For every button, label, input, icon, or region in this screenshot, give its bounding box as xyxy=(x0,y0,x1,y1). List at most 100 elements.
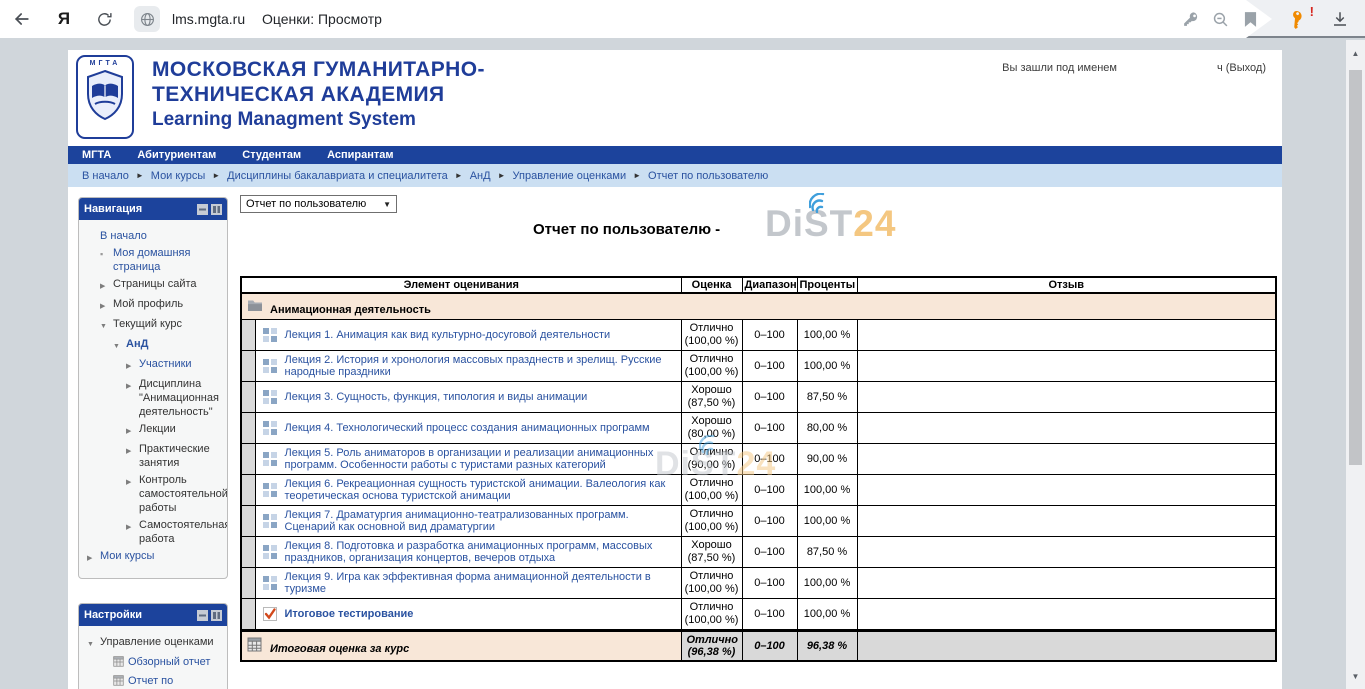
sidebar-item: ▶Самостоятельная работа xyxy=(83,518,224,546)
refresh-icon[interactable] xyxy=(90,0,118,38)
lesson-icon xyxy=(262,575,278,591)
login-info: Вы зашли под именем ч (Выход) xyxy=(1002,62,1266,74)
grade-cell: Хорошо(87,50 %) xyxy=(681,537,742,568)
dock-block-icon[interactable] xyxy=(211,204,222,215)
collapse-block-icon[interactable] xyxy=(197,204,208,215)
sidebar-item: ▶Дисциплина "Анимационная деятельность" xyxy=(83,377,224,419)
chevron-right-icon[interactable]: ▶ xyxy=(126,518,139,535)
dock-block-icon[interactable] xyxy=(211,610,222,621)
chevron-down-icon[interactable]: ▼ xyxy=(113,337,126,354)
chevron-right-icon[interactable]: ▶ xyxy=(126,377,139,394)
chevron-right-icon[interactable]: ▶ xyxy=(126,422,139,439)
range-cell: 0–100 xyxy=(742,413,797,444)
grade-item-link[interactable]: Лекция 6. Рекреационная сущность туристс… xyxy=(285,478,675,502)
chevron-right-icon[interactable]: ▶ xyxy=(100,297,113,314)
settings-block-title: Настройки xyxy=(84,609,142,621)
browser-toolbar: Я lms.mgta.ru Оценки: Просмотр ! xyxy=(0,0,1365,38)
chevron-right-icon[interactable]: ▶ xyxy=(126,473,139,490)
calculator-icon xyxy=(247,637,263,653)
grade-item-link[interactable]: Итоговое тестирование xyxy=(285,608,414,620)
bookmark-icon[interactable] xyxy=(1236,0,1264,38)
top-nav-item[interactable]: МГТА xyxy=(82,149,111,161)
yandex-icon[interactable]: Я xyxy=(50,0,78,38)
grade-item-link[interactable]: Лекция 9. Игра как эффективная форма ани… xyxy=(285,571,675,595)
chevron-right-icon[interactable]: ▶ xyxy=(126,442,139,459)
top-nav-item[interactable]: Студентам xyxy=(242,149,301,161)
course-total-row: Итоговая оценка за курсОтлично(96,38 %)0… xyxy=(241,631,1276,662)
scrollbar-thumb[interactable] xyxy=(1349,70,1362,465)
grade-item-link[interactable]: Лекция 8. Подготовка и разработка анимац… xyxy=(285,540,675,564)
percent-cell: 100,00 % xyxy=(797,475,857,506)
top-nav-item[interactable]: Аспирантам xyxy=(327,149,393,161)
grade-item-link[interactable]: Лекция 5. Роль аниматоров в организации … xyxy=(285,447,675,471)
breadcrumb-separator-icon: ► xyxy=(136,171,144,180)
percent-cell: 100,00 % xyxy=(797,506,857,537)
grade-item-link[interactable]: Лекция 3. Сущность, функция, типология и… xyxy=(285,391,588,403)
category-row: Анимационная деятельность xyxy=(241,293,1276,320)
grade-item-link[interactable]: Лекция 4. Технологический процесс создан… xyxy=(285,422,650,434)
lesson-icon xyxy=(262,389,278,405)
find-on-page-icon[interactable] xyxy=(1206,0,1234,38)
password-alert-icon[interactable]: ! xyxy=(1282,0,1310,38)
percent-cell: 100,00 % xyxy=(797,568,857,599)
url-text[interactable]: lms.mgta.ru xyxy=(172,0,245,38)
sidebar-item-label[interactable]: АнД xyxy=(126,337,148,351)
feedback-cell xyxy=(857,413,1276,444)
brand-line-2: ТЕХНИЧЕСКАЯ АКАДЕМИЯ xyxy=(152,82,485,107)
grade-item-link[interactable]: Лекция 1. Анимация как вид культурно-дос… xyxy=(285,329,611,341)
chevron-down-icon[interactable]: ▼ xyxy=(87,635,100,652)
grade-item-link[interactable]: Лекция 2. История и хронология массовых … xyxy=(285,354,675,378)
sidebar-item-label[interactable]: Участники xyxy=(139,357,192,371)
logout-link[interactable]: ч (Выход) xyxy=(1217,62,1266,74)
sidebar-item-label[interactable]: Моя домашняя страница xyxy=(113,246,224,274)
sidebar-item: ▪Моя домашняя страница xyxy=(83,246,224,274)
grade-item-link[interactable]: Лекция 7. Драматургия анимационно-театра… xyxy=(285,509,675,533)
chevron-right-icon[interactable]: ▶ xyxy=(126,357,139,374)
percent-cell: 100,00 % xyxy=(797,351,857,382)
scrollbar[interactable]: ▲ ▼ xyxy=(1346,40,1365,689)
breadcrumb-link[interactable]: АнД xyxy=(470,170,491,182)
lesson-icon xyxy=(262,451,278,467)
breadcrumb-separator-icon: ► xyxy=(455,171,463,180)
quiz-icon xyxy=(262,606,278,622)
indent-cell xyxy=(241,537,255,568)
item-cell: Итоговое тестирование xyxy=(255,599,681,631)
breadcrumb-link[interactable]: Управление оценками xyxy=(513,170,627,182)
sidebar-item-label[interactable]: В начало xyxy=(100,229,147,243)
sidebar-item-label: Страницы сайта xyxy=(113,277,197,291)
bullet-icon: ▪ xyxy=(100,246,113,261)
grade-row: Лекция 3. Сущность, функция, типология и… xyxy=(241,382,1276,413)
download-icon[interactable] xyxy=(1326,0,1354,38)
sidebar-item-label[interactable]: Обзорный отчет xyxy=(128,655,210,669)
column-header-grade: Оценка xyxy=(681,277,742,293)
range-cell: 0–100 xyxy=(742,506,797,537)
chevron-down-icon[interactable]: ▼ xyxy=(100,317,113,334)
report-type-select[interactable]: Отчет по пользователю ▼ xyxy=(240,195,397,213)
breadcrumb-link[interactable]: Дисциплины бакалавриата и специалитета xyxy=(227,170,448,182)
scroll-down-button[interactable]: ▼ xyxy=(1346,665,1365,687)
total-title-cell: Итоговая оценка за курс xyxy=(241,631,681,662)
breadcrumb-link[interactable]: Мои курсы xyxy=(151,170,205,182)
percent-cell: 80,00 % xyxy=(797,413,857,444)
indent-cell xyxy=(241,568,255,599)
feedback-cell xyxy=(857,351,1276,382)
grade-cell: Отлично(100,00 %) xyxy=(681,320,742,351)
grade-cell: Отлично(100,00 %) xyxy=(681,599,742,631)
breadcrumb-link[interactable]: Отчет по пользователю xyxy=(648,170,768,182)
sidebar-item: ▶Мои курсы xyxy=(83,549,224,566)
breadcrumb-link[interactable]: В начало xyxy=(82,170,129,182)
range-cell: 0–100 xyxy=(742,631,797,662)
back-icon[interactable] xyxy=(8,0,36,38)
top-nav-item[interactable]: Абитуриентам xyxy=(137,149,216,161)
sidebar-item: ▼Управление оценками xyxy=(83,635,224,652)
collapse-block-icon[interactable] xyxy=(197,610,208,621)
sidebar-item-label[interactable]: Мои курсы xyxy=(100,549,154,563)
scroll-up-button[interactable]: ▲ xyxy=(1346,42,1365,64)
chevron-right-icon[interactable]: ▶ xyxy=(100,277,113,294)
item-cell: Лекция 9. Игра как эффективная форма ани… xyxy=(255,568,681,599)
grade-row: Лекция 2. История и хронология массовых … xyxy=(241,351,1276,382)
sidebar-item-label[interactable]: Отчет по пользователю xyxy=(128,674,224,689)
site-brand: МОСКОВСКАЯ ГУМАНИТАРНО- ТЕХНИЧЕСКАЯ АКАД… xyxy=(152,57,485,132)
chevron-right-icon[interactable]: ▶ xyxy=(87,549,100,566)
key-icon[interactable] xyxy=(1176,0,1204,38)
